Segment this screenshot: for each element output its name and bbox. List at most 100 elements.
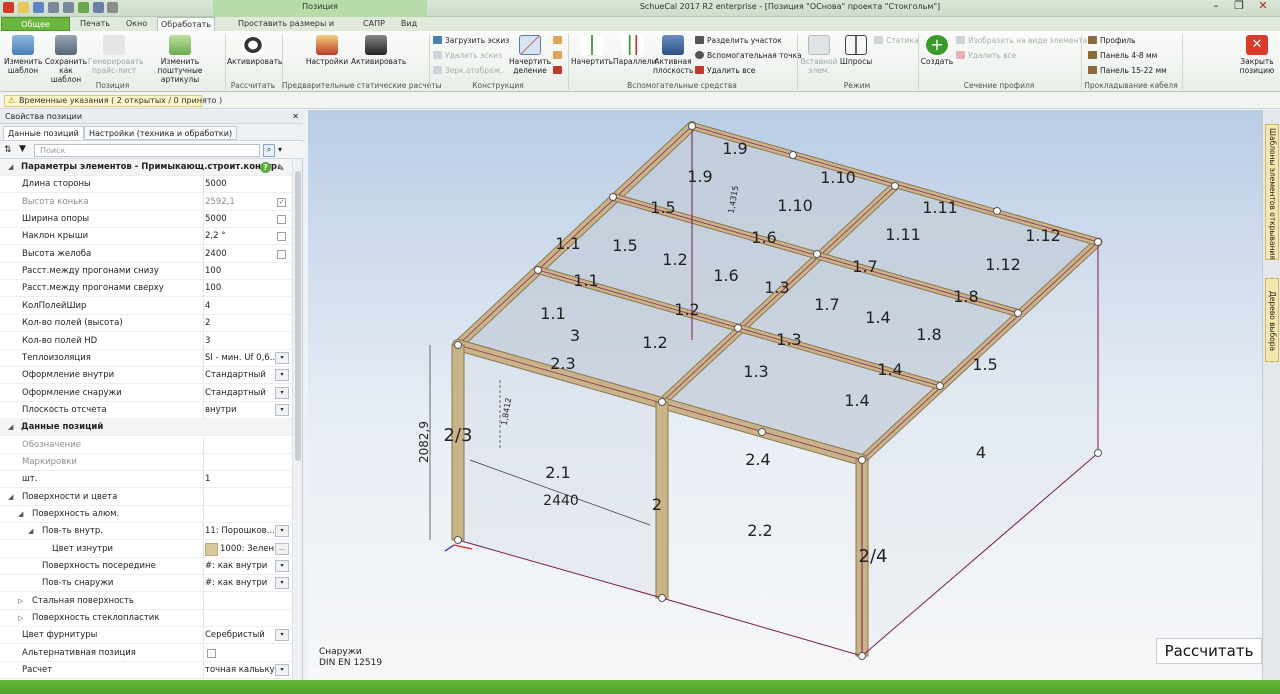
property-row[interactable]: Расчет точная калььку...▾ xyxy=(0,662,292,680)
property-row[interactable]: КолПолейШир 4 xyxy=(0,297,292,315)
activate-calc-button[interactable]: Активировать xyxy=(227,35,282,66)
property-row[interactable]: Оформление снаружи Стандартный ▾ xyxy=(0,384,292,402)
property-value[interactable]: 2 xyxy=(205,315,275,332)
tab-settings[interactable]: Настройки (техника и обработки) xyxy=(84,126,238,140)
dropdown-button[interactable]: ▾ xyxy=(275,386,289,399)
node-handle[interactable] xyxy=(1014,309,1022,317)
node-handle[interactable] xyxy=(609,193,617,201)
temporary-hints[interactable]: Временные указания ( 2 открытых / 0 прин… xyxy=(4,95,222,107)
dropdown-button[interactable]: ▾ xyxy=(275,577,289,590)
property-row[interactable]: Плоскость отсчета внутри ▾ xyxy=(0,401,292,419)
property-row[interactable]: Теплоизоляция SI - мин. Uf 0,6... ▾ xyxy=(0,349,292,367)
property-row[interactable]: Маркировки xyxy=(0,453,292,471)
expand-icon[interactable]: ▷ xyxy=(18,593,23,610)
property-section-header[interactable]: ◢ Параметры элементов - Примыкающ.строит.… xyxy=(0,159,292,176)
property-value[interactable]: Стандартный xyxy=(205,367,275,384)
collapse-icon[interactable]: ◢ xyxy=(18,506,23,523)
tab-print[interactable]: Печать xyxy=(72,17,118,31)
node-handle[interactable] xyxy=(891,182,899,190)
property-row[interactable]: Цвет фурнитуры Серебристый ▾ xyxy=(0,627,292,645)
property-value[interactable]: #: как внутри xyxy=(205,558,275,575)
property-value[interactable]: Стандартный xyxy=(205,385,275,402)
property-row[interactable]: Оформление внутри Стандартный ▾ xyxy=(0,367,292,385)
node-handle[interactable] xyxy=(534,266,542,274)
node-handle[interactable] xyxy=(688,122,696,130)
dropdown-button[interactable]: ▾ xyxy=(275,629,289,642)
more-button[interactable]: … xyxy=(275,542,289,555)
cable-panel-2-button[interactable]: Панель 15-22 мм xyxy=(1088,66,1167,75)
help-icon[interactable]: ? xyxy=(260,162,271,173)
property-value[interactable]: SI - мин. Uf 0,6... xyxy=(205,350,275,367)
change-template-button[interactable]: Изменить шаблон xyxy=(4,35,42,75)
glazing-bars-button[interactable]: Шпросы xyxy=(838,35,874,66)
dropdown-button[interactable]: ▾ xyxy=(275,369,289,382)
search-icon[interactable]: ⌕ xyxy=(263,144,275,157)
change-articles-button[interactable]: Изменить поштучные артикулы xyxy=(140,35,220,84)
structure-drawing[interactable]: 1.91.91.101.101.111.111.121.121.51.5 1.61… xyxy=(308,110,1262,680)
open-icon[interactable] xyxy=(33,2,44,13)
node-handle[interactable] xyxy=(658,594,666,602)
mirror-button[interactable]: Зерк.отображ. xyxy=(433,66,503,75)
show-on-element-button[interactable]: Изобразить на виде элемента xyxy=(956,36,1087,45)
node-handle[interactable] xyxy=(1094,238,1102,246)
close-position-button[interactable]: ✕ Закрыть позицию xyxy=(1236,35,1278,75)
dropdown-button[interactable]: ▾ xyxy=(275,403,289,416)
dropdown-button[interactable]: ▾ xyxy=(275,664,289,677)
dropdown-icon[interactable]: ▾ xyxy=(278,145,282,154)
aux-point-button[interactable]: Вспомогательная точка xyxy=(695,51,802,60)
tab-opening-templates[interactable]: Шаблоны элементов открывания xyxy=(1265,124,1279,260)
cable-panel-1-button[interactable]: Панель 4-8 мм xyxy=(1088,51,1157,60)
cable-profile-button[interactable]: Профиль xyxy=(1088,36,1136,45)
property-row[interactable]: Расст.между прогонами снизу 100 xyxy=(0,263,292,281)
dropdown-button[interactable]: ▾ xyxy=(275,351,289,364)
property-value[interactable]: Серебристый xyxy=(205,627,275,644)
profile-delete-all-button[interactable]: Удалить все xyxy=(956,51,1016,60)
node-handle[interactable] xyxy=(789,151,797,159)
node-handle[interactable] xyxy=(758,428,766,436)
property-row[interactable]: Цвет изнутри 1000: Зелено...… xyxy=(0,540,292,558)
scrollbar-thumb[interactable] xyxy=(295,171,301,461)
app-icon[interactable] xyxy=(3,2,14,13)
color-swatch[interactable] xyxy=(205,542,218,556)
property-row[interactable]: ◢ Поверхность алюм. xyxy=(0,506,292,523)
restore-icon[interactable]: ❐ xyxy=(1228,0,1250,14)
property-value[interactable]: точная калььку... xyxy=(205,662,275,679)
property-checkbox[interactable] xyxy=(207,648,216,658)
property-row[interactable]: Пов-ть снаружи #: как внутри ▾ xyxy=(0,575,292,593)
property-row[interactable]: шт. 1 xyxy=(0,471,292,489)
dropdown-button[interactable]: ▾ xyxy=(275,525,289,538)
tab-view[interactable]: Вид xyxy=(395,17,423,31)
sort-icon[interactable]: ⇅ xyxy=(4,145,12,155)
property-section-header[interactable]: ◢ Данные позиций xyxy=(0,419,292,437)
parallels-button[interactable]: Параллели xyxy=(613,35,656,66)
axis-y[interactable] xyxy=(444,544,455,552)
property-row[interactable]: ▷ Поверхность стеклопластик xyxy=(0,610,292,628)
tab-position-data[interactable]: Данные позиций xyxy=(3,126,84,140)
save-icon[interactable] xyxy=(18,2,29,13)
node-handle[interactable] xyxy=(1094,449,1102,457)
property-row[interactable]: Расст.между прогонами сверху 100 xyxy=(0,280,292,298)
generate-price-list-button[interactable]: Генерировать прайс-лист xyxy=(88,35,144,75)
active-surface-button[interactable]: Активная плоскость xyxy=(653,35,693,75)
aux-delete-all-button[interactable]: Удалить все xyxy=(695,66,755,75)
statics-mode-button[interactable]: Статика xyxy=(874,36,919,45)
collapse-icon[interactable]: ◢ xyxy=(8,159,13,176)
property-row[interactable]: Кол-во полей HD 3 xyxy=(0,332,292,350)
create-profile-button[interactable]: + Создать xyxy=(920,35,954,66)
dropdown-button[interactable]: ▾ xyxy=(275,560,289,573)
property-value[interactable]: 1 xyxy=(205,471,275,488)
split-section-button[interactable]: Разделить участок xyxy=(695,36,782,45)
calculate-button[interactable]: Рассчитать xyxy=(1156,638,1262,664)
property-checkbox[interactable] xyxy=(277,215,286,225)
tab-dimensions[interactable]: Проставить размеры и надписи xyxy=(223,17,349,41)
constr-small-2[interactable] xyxy=(553,51,565,60)
tab-window[interactable]: Окно xyxy=(118,17,155,31)
property-row[interactable]: Альтернативная позиция xyxy=(0,644,292,662)
property-row[interactable]: Ширина опоры 5000 xyxy=(0,211,292,229)
property-value[interactable]: 1000: Зелено... xyxy=(220,541,274,558)
property-checkbox[interactable] xyxy=(277,249,286,259)
node-handle[interactable] xyxy=(734,324,742,332)
node-handle[interactable] xyxy=(658,398,666,406)
3d-viewport[interactable]: 1.9 1.9 1.10 1.10 1.11 1.11 1.12 1.12 1.5 1.5 1.6 1… xyxy=(308,110,1262,680)
property-checkbox[interactable]: ✓ xyxy=(277,197,286,207)
